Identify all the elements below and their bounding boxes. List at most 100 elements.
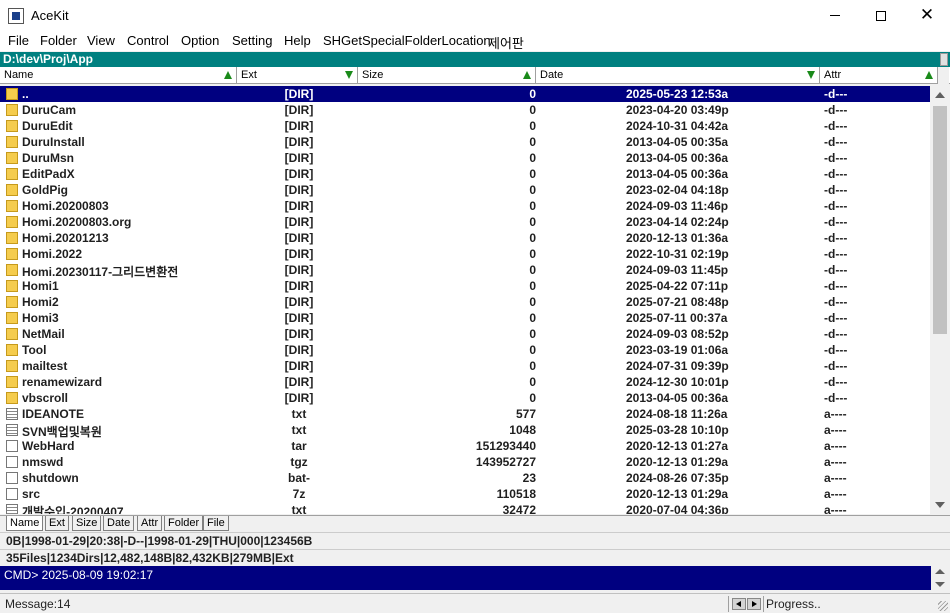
maximize-button[interactable] <box>858 0 904 31</box>
minimize-button[interactable] <box>812 0 858 31</box>
resize-grip-icon[interactable] <box>938 601 948 611</box>
column-attr-header[interactable]: Attr <box>820 67 938 84</box>
file-attr: -d--- <box>824 231 848 245</box>
file-row[interactable]: IDEANOTE txt 577 2024-08-18 11:26a a---- <box>0 406 930 422</box>
status-divider <box>763 596 764 612</box>
sort-tab-ext[interactable]: Ext <box>45 516 69 531</box>
scroll-up-icon[interactable] <box>935 569 945 574</box>
folder-icon <box>6 248 18 260</box>
file-attr: -d--- <box>824 359 848 373</box>
sort-tab-folder[interactable]: Folder <box>164 516 204 531</box>
scroll-down-icon[interactable] <box>935 502 945 508</box>
file-row[interactable]: Homi.20201213 [DIR] 0 2020-12-13 01:36a -d--… <box>0 230 930 246</box>
scroll-thumb[interactable] <box>933 106 947 334</box>
scroll-left-button[interactable] <box>732 598 746 610</box>
menu-file[interactable]: File <box>8 33 29 48</box>
file-ext: txt <box>291 407 307 421</box>
scroll-up-icon[interactable] <box>935 92 945 98</box>
current-path[interactable]: D:\dev\Proj\App <box>3 52 93 66</box>
file-ext: [DIR] <box>284 183 314 197</box>
file-list[interactable]: .. [DIR] 0 2025-05-23 12:53a -d--- DuruCam [DI… <box>0 86 930 514</box>
file-row[interactable]: vbscroll [DIR] 0 2013-04-05 00:36a -d--- <box>0 390 930 406</box>
file-row[interactable]: DuruCam [DIR] 0 2023-04-20 03:49p -d--- <box>0 102 930 118</box>
file-size: 0 <box>529 343 536 357</box>
file-name: renamewizard <box>22 375 103 389</box>
file-date: 2023-04-14 02:24p <box>626 215 729 229</box>
scroll-down-icon[interactable] <box>935 582 945 587</box>
column-date-header[interactable]: Date <box>536 67 820 84</box>
file-ext: [DIR] <box>284 199 314 213</box>
file-row[interactable]: DuruMsn [DIR] 0 2013-04-05 00:36a -d--- <box>0 150 930 166</box>
file-row[interactable]: DuruEdit [DIR] 0 2024-10-31 04:42a -d--- <box>0 118 930 134</box>
maximize-icon <box>876 10 886 21</box>
column-name-header[interactable]: Name <box>0 67 237 84</box>
folder-icon <box>6 328 18 340</box>
file-size: 0 <box>529 231 536 245</box>
command-line[interactable]: CMD> 2025-08-09 19:02:17 <box>0 566 931 590</box>
folder-icon <box>6 376 18 388</box>
file-row[interactable]: EditPadX [DIR] 0 2013-04-05 00:36a -d--- <box>0 166 930 182</box>
menu-control[interactable]: Control <box>127 33 169 48</box>
file-date: 2025-07-11 00:37a <box>626 311 728 325</box>
path-scroll[interactable] <box>940 53 948 66</box>
menu-view[interactable]: View <box>87 33 115 48</box>
file-size: 0 <box>529 183 536 197</box>
file-row[interactable]: 개발수입-20200407 txt 32472 2020-07-04 04:36p a-… <box>0 502 930 514</box>
file-size: 0 <box>529 263 536 277</box>
scroll-right-button[interactable] <box>747 598 761 610</box>
file-row[interactable]: mailtest [DIR] 0 2024-07-31 09:39p -d--- <box>0 358 930 374</box>
file-date: 2020-12-13 01:29a <box>626 455 729 469</box>
menu-folder[interactable]: Folder <box>40 33 77 48</box>
file-row[interactable]: Homi3 [DIR] 0 2025-07-11 00:37a -d--- <box>0 310 930 326</box>
file-row[interactable]: Homi.20200803.org [DIR] 0 2023-04-14 02:24p… <box>0 214 930 230</box>
folder-icon <box>6 200 18 212</box>
text-file-icon <box>6 504 18 514</box>
sort-tab-size[interactable]: Size <box>72 516 102 531</box>
command-scrollbar[interactable] <box>931 566 949 590</box>
file-ext: [DIR] <box>284 391 314 405</box>
file-row[interactable]: SVN백업및복원 txt 1048 2025-03-28 10:10p a---- <box>0 422 930 439</box>
file-name: shutdown <box>22 471 79 485</box>
file-row[interactable]: renamewizard [DIR] 0 2024-12-30 10:01p -d--- <box>0 374 930 390</box>
status-divider <box>728 596 729 612</box>
file-ext: [DIR] <box>284 247 314 261</box>
column-ext-header[interactable]: Ext <box>237 67 358 84</box>
file-row[interactable]: Homi1 [DIR] 0 2025-04-22 07:11p -d--- <box>0 278 930 294</box>
file-size: 1048 <box>509 423 536 437</box>
file-row[interactable]: GoldPig [DIR] 0 2023-02-04 04:18p -d--- <box>0 182 930 198</box>
column-size-label: Size <box>362 69 384 81</box>
file-row[interactable]: WebHard tar 151293440 2020-12-13 01:27a a---… <box>0 438 930 454</box>
file-row[interactable]: Homi.20200803 [DIR] 0 2024-09-03 11:46p -d--… <box>0 198 930 214</box>
file-row[interactable]: src 7z 110518 2020-12-13 01:29a a---- <box>0 486 930 502</box>
menu-help[interactable]: Help <box>284 33 311 48</box>
file-row[interactable]: NetMail [DIR] 0 2024-09-03 08:52p -d--- <box>0 326 930 342</box>
menu-option[interactable]: Option <box>181 33 219 48</box>
folder-icon <box>6 392 18 404</box>
sort-tab-date[interactable]: Date <box>103 516 135 531</box>
vertical-scrollbar[interactable] <box>931 86 949 514</box>
sort-tab-name[interactable]: Name <box>6 516 44 531</box>
sort-tab-attr[interactable]: Attr <box>137 516 163 531</box>
file-ext: [DIR] <box>284 87 314 101</box>
file-row[interactable]: .. [DIR] 0 2025-05-23 12:53a -d--- <box>0 86 930 102</box>
file-row[interactable]: Homi2 [DIR] 0 2025-07-21 08:48p -d--- <box>0 294 930 310</box>
menu-shgetspecialfolderlocation[interactable]: SHGetSpecialFolderLocation <box>323 33 491 48</box>
file-row[interactable]: nmswd tgz 143952727 2020-12-13 01:29a a---- <box>0 454 930 470</box>
file-size: 143952727 <box>475 455 536 469</box>
file-row[interactable]: Homi.20230117-그리드변환전 [DIR] 0 2024-09-03 11:… <box>0 262 930 279</box>
menu-control-panel[interactable]: 제어판 <box>488 33 524 52</box>
file-attr: -d--- <box>824 375 848 389</box>
sort-tab-file[interactable]: File <box>203 516 229 531</box>
file-row[interactable]: Tool [DIR] 0 2023-03-19 01:06a -d--- <box>0 342 930 358</box>
close-button[interactable]: ✕ <box>904 0 950 31</box>
file-date: 2024-09-03 11:46p <box>626 199 729 213</box>
file-ext: bat- <box>288 471 310 485</box>
file-date: 2024-08-18 11:26a <box>626 407 728 421</box>
file-row[interactable]: DuruInstall [DIR] 0 2013-04-05 00:35a -d--- <box>0 134 930 150</box>
file-row[interactable]: Homi.2022 [DIR] 0 2022-10-31 02:19p -d--- <box>0 246 930 262</box>
column-size-header[interactable]: Size <box>358 67 536 84</box>
file-row[interactable]: shutdown bat- 23 2024-08-26 07:35p a---- <box>0 470 930 486</box>
file-ext: [DIR] <box>284 327 314 341</box>
minimize-icon <box>830 15 840 16</box>
menu-setting[interactable]: Setting <box>232 33 272 48</box>
